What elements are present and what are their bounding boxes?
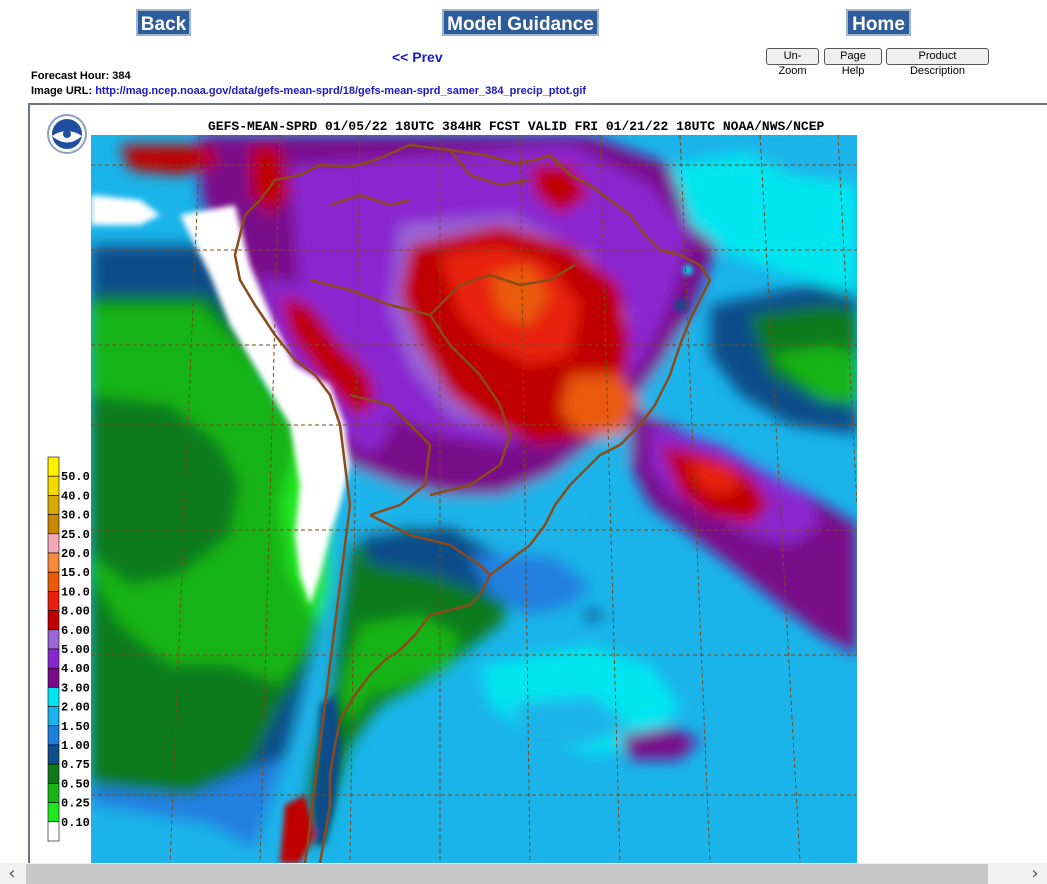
legend-label: 8.00 — [61, 605, 90, 619]
scrollbar-thumb[interactable] — [26, 864, 988, 884]
legend-swatch — [47, 687, 60, 707]
legend-label: 20.0 — [61, 547, 90, 561]
legend-swatch — [47, 725, 60, 746]
scroll-left-icon[interactable]: ‹ — [2, 863, 22, 884]
legend-swatch — [47, 475, 60, 496]
legend-label: 0.10 — [61, 816, 90, 830]
legend-swatch — [47, 495, 60, 515]
legend-swatch — [47, 763, 60, 784]
back-button[interactable]: Back — [136, 9, 191, 36]
legend-label: 6.00 — [61, 624, 90, 638]
image-url-label: Image URL: — [31, 85, 93, 97]
precipitation-map[interactable]: GEFS-MEAN-SPRD 01/05/22 18UTC 384HR FCST… — [30, 105, 1047, 863]
horizontal-scrollbar[interactable]: ‹ › — [0, 863, 1047, 884]
scroll-right-icon[interactable]: › — [1025, 863, 1045, 884]
legend-label: 25.0 — [61, 528, 90, 542]
legend-label: 30.0 — [61, 509, 90, 523]
prev-link[interactable]: << Prev — [392, 49, 443, 65]
legend-label: 5.00 — [61, 643, 90, 657]
page-help-button[interactable]: Page Help — [824, 48, 882, 77]
legend-label: 4.00 — [61, 662, 90, 676]
legend-swatch — [47, 610, 60, 631]
legend-label: 15.0 — [61, 566, 90, 580]
precip-field — [91, 135, 857, 863]
noaa-logo — [47, 114, 87, 154]
legend-label: 40.0 — [61, 489, 90, 503]
legend-swatch — [47, 802, 60, 823]
legend-swatch — [47, 571, 60, 592]
color-legend: 50.0 40.0 30.0 25.0 20.0 15.0 10.0 8.00 6.00 5.00… — [47, 456, 90, 842]
map-frame: GEFS-MEAN-SPRD 01/05/22 18UTC 384HR FCST… — [28, 103, 1047, 863]
map-header: GEFS-MEAN-SPRD 01/05/22 18UTC 384HR FCST… — [208, 119, 824, 134]
unzoom-button[interactable]: Un-Zoom — [766, 48, 819, 77]
home-button[interactable]: Home — [846, 9, 911, 36]
legend-label: 10.0 — [61, 585, 90, 599]
legend-swatch — [47, 744, 60, 765]
legend-label: 3.00 — [61, 681, 90, 695]
legend-label: 50.0 — [61, 470, 90, 484]
legend-swatch — [47, 821, 60, 842]
legend-swatch — [47, 648, 60, 669]
legend-swatch — [47, 591, 60, 611]
legend-label: 1.50 — [61, 720, 90, 734]
legend-label: 0.25 — [61, 797, 90, 811]
legend-swatch — [47, 552, 60, 573]
image-url-row: Image URL: http://mag.ncep.noaa.gov/data… — [31, 85, 586, 97]
model-guidance-button[interactable]: Model Guidance — [442, 9, 599, 36]
legend-label: 0.75 — [61, 758, 90, 772]
legend-swatch — [47, 456, 60, 477]
legend-swatch — [47, 514, 60, 535]
legend-swatch — [47, 667, 60, 688]
legend-label: 1.00 — [61, 739, 90, 753]
legend-label: 0.50 — [61, 777, 90, 791]
legend-swatch — [47, 629, 60, 650]
legend-label: 2.00 — [61, 701, 90, 715]
product-description-button[interactable]: Product Description — [886, 48, 989, 77]
image-url-link[interactable]: http://mag.ncep.noaa.gov/data/gefs-mean-… — [95, 85, 586, 97]
legend-swatch — [47, 783, 60, 803]
forecast-hour-text: Forecast Hour: 384 — [31, 70, 131, 82]
legend-swatch — [47, 706, 60, 727]
legend-swatch — [47, 533, 60, 554]
